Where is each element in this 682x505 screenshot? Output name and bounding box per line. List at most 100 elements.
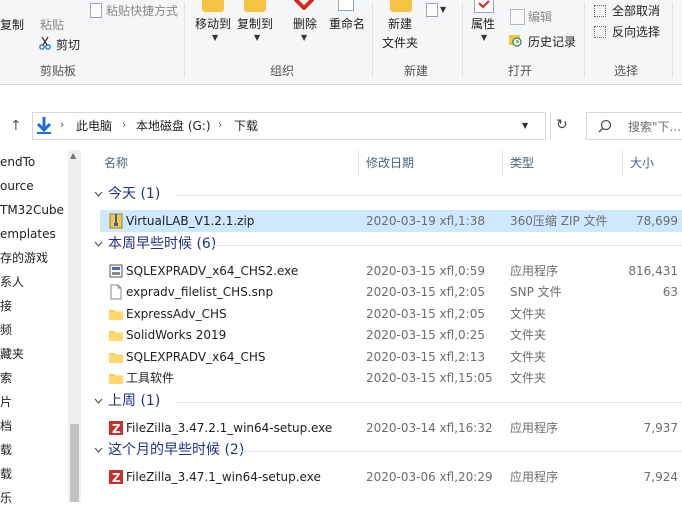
column-header-size[interactable]: 大小: [630, 156, 654, 170]
group-collapse-chevron-icon[interactable]: [94, 446, 103, 456]
file-row[interactable]: expradv_filelist_CHS.snp 2020-03-15 xfl,2…: [100, 281, 682, 303]
file-type: 应用程序: [510, 263, 559, 278]
paste-shortcut-button[interactable]: 粘贴快捷方式: [106, 4, 178, 18]
group-collapse-chevron-icon[interactable]: [94, 190, 103, 200]
group-divider: [176, 195, 682, 196]
file-size: 816,431: [628, 263, 678, 278]
history-button[interactable]: 历史记录: [528, 35, 576, 49]
rename-button[interactable]: 重命名: [329, 17, 365, 31]
nav-item[interactable]: TM32Cube: [0, 203, 64, 217]
clipboard-group-label: 剪贴板: [40, 64, 77, 78]
copy-button[interactable]: 复制: [0, 18, 24, 32]
nav-item[interactable]: 载: [0, 443, 12, 457]
nav-item[interactable]: 乐: [0, 491, 12, 505]
file-date: 2020-03-15 xfl,15:05: [366, 371, 493, 385]
group-collapse-chevron-icon[interactable]: [94, 240, 103, 250]
file-type: 360压缩 ZIP 文件: [510, 214, 608, 228]
delete-icon: [294, 0, 316, 12]
breadcrumb-drive-g[interactable]: 本地磁盘 (G:): [136, 119, 211, 133]
nav-item[interactable]: 频: [0, 323, 12, 337]
address-history-chevron-icon[interactable]: ▼: [522, 122, 528, 130]
new-item-icon[interactable]: [426, 3, 438, 17]
folder-icon: [108, 306, 124, 322]
nav-item[interactable]: 片: [0, 395, 12, 409]
chevron-down-icon: ▼: [481, 33, 488, 42]
folder-icon: [108, 327, 124, 343]
select-none-button[interactable]: 全部取消: [612, 4, 660, 18]
new-group-label: 新建: [404, 64, 429, 78]
group-header[interactable]: 本周早些时候 (6): [108, 236, 216, 252]
new-folder-button[interactable]: 新建: [388, 17, 412, 31]
file-name: VirtualLAB_V1.2.1.zip: [126, 214, 255, 228]
properties-button[interactable]: 属性: [471, 17, 495, 31]
column-divider[interactable]: [622, 150, 623, 176]
edit-button[interactable]: 编辑: [528, 10, 552, 24]
file-date: 2020-03-14 xfl,16:32: [366, 420, 493, 435]
nav-item[interactable]: 藏夹: [0, 347, 24, 361]
file-row[interactable]: ExpressAdv_CHS 2020-03-15 xfl,2:05 文件夹: [100, 303, 682, 325]
file-name: SolidWorks 2019: [126, 328, 227, 342]
group-divider: [176, 401, 682, 403]
chevron-right-icon[interactable]: ›: [122, 118, 126, 132]
nav-scrollbar-thumb[interactable]: [70, 424, 79, 502]
column-header-date[interactable]: 修改日期: [366, 156, 414, 170]
invert-selection-button[interactable]: 反向选择: [612, 25, 660, 39]
breadcrumb-this-pc[interactable]: 此电脑: [76, 119, 112, 133]
file-row[interactable]: 工具软件 2020-03-15 xfl,15:05 文件夹: [100, 367, 682, 389]
refresh-icon[interactable]: ↻: [556, 117, 568, 133]
file-row[interactable]: SQLEXPRADV_x64_CHS2.exe 2020-03-15 xfl,0:…: [100, 260, 682, 282]
select-none-icon: [594, 5, 606, 17]
nav-item[interactable]: 索: [0, 371, 12, 385]
filezilla-icon: Z: [108, 469, 124, 485]
ribbon-divider: [462, 2, 463, 78]
ribbon: 复制 粘贴 粘贴快捷方式 剪切 剪贴板 移动到 ▼ 复制到 ▼ 删除 ▼ 重命名…: [0, 0, 682, 85]
column-divider[interactable]: [358, 150, 359, 176]
paste-button[interactable]: 粘贴: [40, 18, 64, 32]
file-type: 应用程序: [510, 420, 559, 435]
group-divider: [230, 451, 682, 452]
delete-button[interactable]: 删除: [293, 17, 317, 31]
file-date: 2020-03-06 xfl,20:29: [366, 470, 493, 484]
column-header-type[interactable]: 类型: [510, 156, 534, 170]
scroll-up-icon[interactable]: ▲: [70, 152, 76, 160]
nav-item[interactable]: endTo: [0, 155, 35, 169]
group-collapse-chevron-icon[interactable]: [94, 397, 103, 407]
nav-item[interactable]: ource: [0, 179, 34, 193]
file-row[interactable]: SolidWorks 2019 2020-03-15 xfl,0:25 文件夹: [100, 324, 682, 346]
group-header[interactable]: 上周 (1): [108, 393, 160, 409]
file-icon: [108, 284, 124, 300]
chevron-down-icon: ▼: [212, 33, 219, 42]
nav-item[interactable]: emplates: [0, 227, 56, 241]
file-name: 工具软件: [126, 371, 175, 385]
group-header[interactable]: 这个月的早些时候 (2): [108, 442, 244, 458]
new-folder-button-line2[interactable]: 文件夹: [382, 36, 418, 50]
column-divider[interactable]: [502, 150, 503, 176]
downloads-icon: [36, 116, 52, 134]
chevron-right-icon[interactable]: ›: [60, 118, 64, 132]
file-size: 7,924: [643, 470, 678, 484]
nav-item[interactable]: 载: [0, 467, 12, 481]
copy-to-button[interactable]: 复制到: [237, 17, 273, 31]
nav-item[interactable]: 存的游戏: [0, 251, 48, 265]
nav-item[interactable]: 档: [0, 419, 12, 433]
organize-group-label: 组织: [270, 64, 295, 78]
file-row[interactable]: SQLEXPRADV_x64_CHS 2020-03-15 xfl,2:13 文件夹: [100, 346, 682, 368]
invert-selection-icon: [594, 26, 606, 38]
group-header[interactable]: 今天 (1): [108, 186, 160, 202]
file-row[interactable]: Z FileZilla_3.47.1_win64-setup.exe 2020-03…: [100, 466, 682, 488]
file-row[interactable]: Z FileZilla_3.47.2.1_win64-setup.exe 2020-…: [100, 417, 682, 439]
chevron-right-icon[interactable]: ›: [218, 118, 222, 132]
file-date: 2020-03-15 xfl,0:25: [366, 328, 485, 342]
column-header-name[interactable]: 名称: [104, 156, 128, 170]
file-date: 2020-03-15 xfl,2:13: [366, 349, 485, 364]
up-arrow-icon[interactable]: ↑: [10, 118, 22, 134]
nav-item[interactable]: 系人: [0, 275, 24, 289]
nav-item[interactable]: 接: [0, 299, 12, 313]
move-to-button[interactable]: 移动到: [195, 17, 231, 31]
search-placeholder: 搜索"下...: [628, 120, 681, 134]
file-type: 文件夹: [510, 306, 547, 321]
file-row[interactable]: VirtualLAB_V1.2.1.zip 2020-03-19 xfl,1:38…: [100, 210, 682, 232]
cut-button[interactable]: 剪切: [56, 38, 80, 52]
new-folder-icon: [390, 0, 412, 12]
breadcrumb-downloads[interactable]: 下载: [234, 119, 258, 133]
